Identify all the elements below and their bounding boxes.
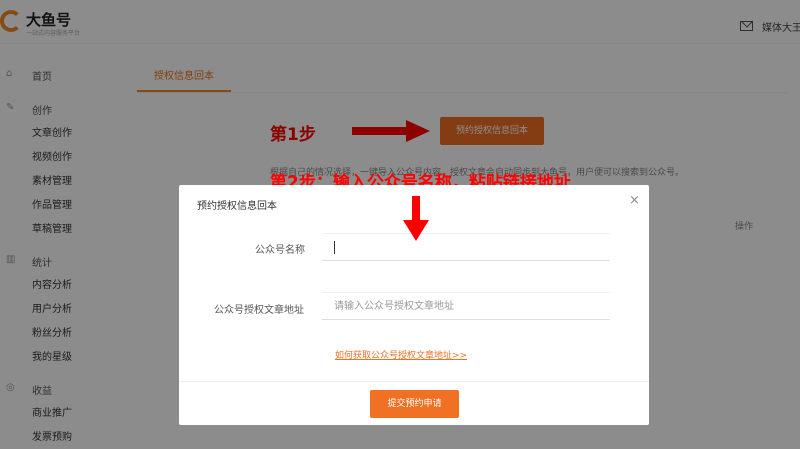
account-name-label: 公众号名称	[255, 245, 305, 256]
dialog-divider	[179, 381, 649, 382]
article-url-input[interactable]: 请输入公众号授权文章地址	[322, 292, 610, 320]
text-caret	[334, 241, 335, 254]
dialog-title: 预约授权信息回本	[197, 201, 277, 212]
article-url-label: 公众号授权文章地址	[214, 305, 304, 316]
close-icon[interactable]: ×	[629, 193, 640, 208]
submit-reservation-button[interactable]: 提交预约申请	[370, 390, 459, 418]
help-link[interactable]: 如何获取公众号授权文章地址>>	[335, 348, 467, 361]
account-name-input[interactable]	[322, 233, 610, 261]
arrow-down-icon	[403, 196, 429, 241]
